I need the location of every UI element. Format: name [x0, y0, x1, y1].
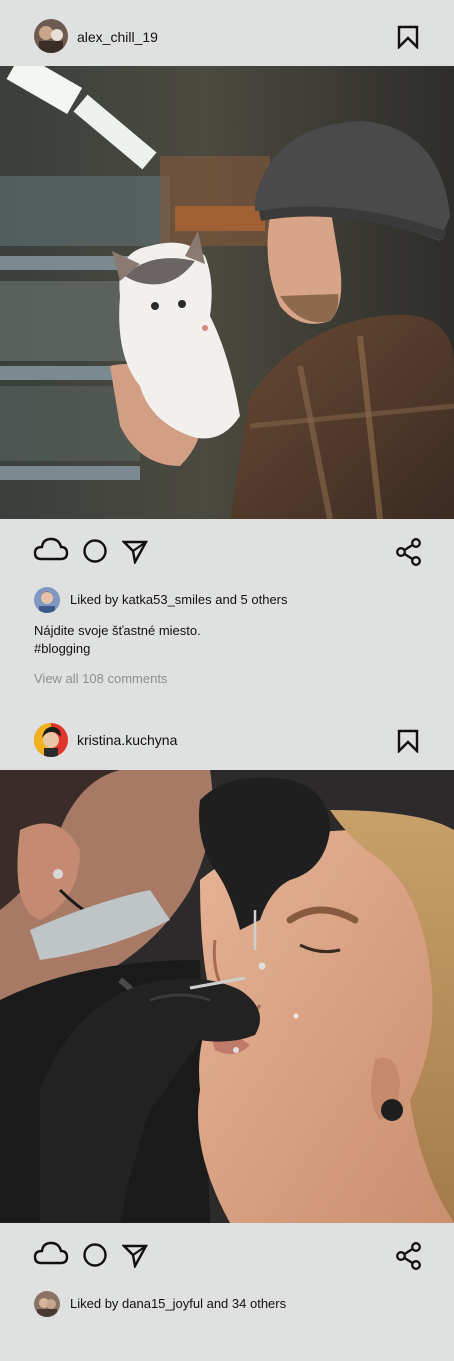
username[interactable]: kristina.kuchyna: [77, 732, 177, 748]
circle-icon[interactable]: [82, 1242, 108, 1273]
send-icon[interactable]: [121, 538, 149, 569]
likes-row: Liked by dana15_joyful and 34 others: [0, 1290, 454, 1318]
user-avatar[interactable]: [34, 723, 68, 757]
bookmark-icon[interactable]: [397, 729, 419, 754]
caption-hashtag[interactable]: #blogging: [34, 640, 201, 658]
post-photo[interactable]: [0, 770, 454, 1223]
view-comments-link[interactable]: View all 108 comments: [34, 671, 167, 686]
post-header: kristina.kuchyna: [0, 707, 454, 773]
user-avatar[interactable]: [34, 19, 68, 53]
post-header: alex_chill_19: [0, 4, 454, 70]
username[interactable]: alex_chill_19: [77, 29, 158, 45]
feed: alex_chill_19 Liked by katka53_smiles an…: [0, 0, 454, 1361]
circle-icon[interactable]: [82, 538, 108, 569]
share-icon[interactable]: [396, 1242, 422, 1275]
liker-avatar[interactable]: [34, 587, 60, 613]
bookmark-icon[interactable]: [397, 25, 419, 50]
share-icon[interactable]: [396, 538, 422, 571]
post-actions: [0, 530, 454, 570]
send-icon[interactable]: [121, 1242, 149, 1273]
liker-avatar[interactable]: [34, 1291, 60, 1317]
likes-text[interactable]: Liked by katka53_smiles and 5 others: [70, 592, 288, 607]
post-photo[interactable]: [0, 66, 454, 519]
likes-text[interactable]: Liked by dana15_joyful and 34 others: [70, 1296, 286, 1311]
cloud-icon[interactable]: [33, 1240, 69, 1271]
cloud-icon[interactable]: [33, 536, 69, 567]
likes-row: Liked by katka53_smiles and 5 others: [0, 586, 454, 614]
post-caption: Nájdite svoje šťastné miesto. #blogging: [34, 622, 201, 658]
post-actions: [0, 1234, 454, 1274]
caption-text: Nájdite svoje šťastné miesto.: [34, 623, 201, 638]
